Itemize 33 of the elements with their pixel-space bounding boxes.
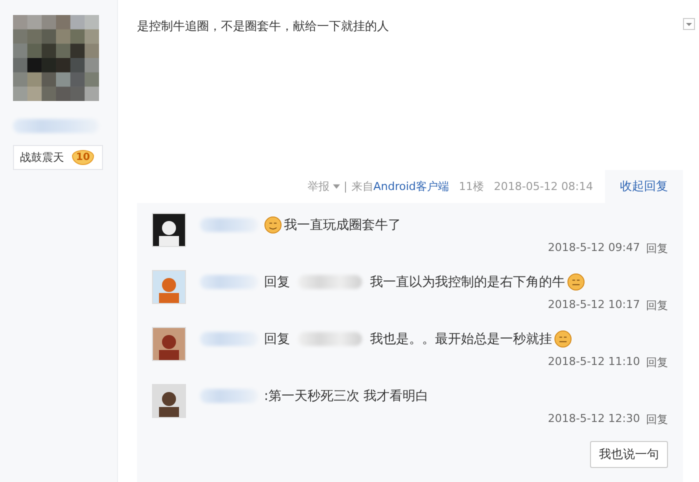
blurred-username: [200, 275, 258, 289]
report-link[interactable]: 举报: [308, 179, 330, 194]
reply-label: 回复: [264, 274, 290, 291]
source-text: 来自Android客户端: [351, 179, 449, 194]
reply-text: :第一天秒死三次 我才看明白: [264, 388, 429, 405]
reply-text: 我也是。。最开始总是一秒就挂: [370, 331, 552, 348]
level-badge: 10: [72, 150, 94, 165]
blurred-username: [200, 332, 258, 346]
collapse-replies-tab[interactable]: 收起回复: [605, 170, 683, 203]
reply-label: 回复: [264, 331, 290, 348]
reply-link[interactable]: 回复: [646, 355, 668, 370]
reply-link[interactable]: 回复: [646, 241, 668, 256]
blurred-username: [200, 389, 258, 403]
source-link[interactable]: Android客户端: [373, 180, 449, 193]
dropdown-icon[interactable]: [683, 18, 695, 30]
separator: |: [344, 180, 348, 193]
reply-text: 我一直玩成圈套牛了: [284, 217, 401, 234]
blurred-username: [298, 332, 362, 346]
reply-time: 2018-5-12 11:10: [548, 355, 640, 370]
caret-icon[interactable]: [332, 184, 340, 189]
reply-link[interactable]: 回复: [646, 298, 668, 313]
reply-link[interactable]: 回复: [646, 412, 668, 427]
reply-time: 2018-5-12 10:17: [548, 298, 640, 313]
title-badge: 战鼓震天 10: [13, 145, 103, 170]
reply-text: 我一直以为我控制的是右下角的牛: [370, 274, 565, 291]
post-text: 是控制牛追圈，不是圈套牛，献给一下就挂的人: [137, 18, 389, 35]
blurred-username: [298, 275, 362, 289]
reply-time: 2018-5-12 09:47: [548, 241, 640, 256]
reply-time: 2018-5-12 12:30: [548, 412, 640, 427]
say-something-button[interactable]: 我也说一句: [590, 441, 668, 468]
floor-number: 11楼: [458, 179, 484, 194]
blurred-username: [200, 218, 258, 232]
post-time: 2018-05-12 08:14: [494, 180, 593, 193]
